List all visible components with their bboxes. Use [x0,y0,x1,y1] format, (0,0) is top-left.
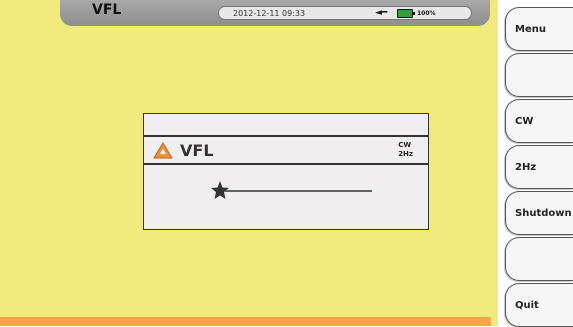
menu-button[interactable]: Menu [505,7,573,51]
main-screen: VFL 2012-12-11 09:33 ◄━ 100% VFL CW 2Hz [0,0,498,326]
shutdown-button[interactable]: Shutdown [505,191,573,235]
quit-button[interactable]: Quit [505,283,573,327]
battery-icon [397,9,415,18]
plug-icon: ◄━ [375,8,388,18]
softkey-empty-1[interactable] [505,53,573,97]
cw-button[interactable]: CW [505,99,573,143]
softkey-empty-2[interactable] [505,237,573,281]
mode-cw: CW [398,141,412,149]
header-bar: VFL 2012-12-11 09:33 ◄━ 100% [60,0,490,26]
laser-beam-icon [209,180,374,206]
2hz-button[interactable]: 2Hz [505,145,573,189]
status-bar: 2012-12-11 09:33 ◄━ 100% [218,6,472,20]
warning-triangle-icon [153,142,173,163]
softkey-sidebar: Menu CW 2Hz Shutdown Quit [505,0,573,327]
panel-name-bar: VFL CW 2Hz [144,136,428,165]
bottom-status-strip [0,317,491,326]
mode-indicator: CW 2Hz [398,141,413,159]
vfl-panel: VFL CW 2Hz [143,113,429,230]
mode-frequency: 2Hz [398,150,413,158]
battery-percent: 100% [417,10,436,17]
datetime-display: 2012-12-11 09:33 [233,9,306,18]
page-title: VFL [92,2,122,18]
vfl-label: VFL [180,141,214,160]
panel-top-bar [144,114,428,136]
